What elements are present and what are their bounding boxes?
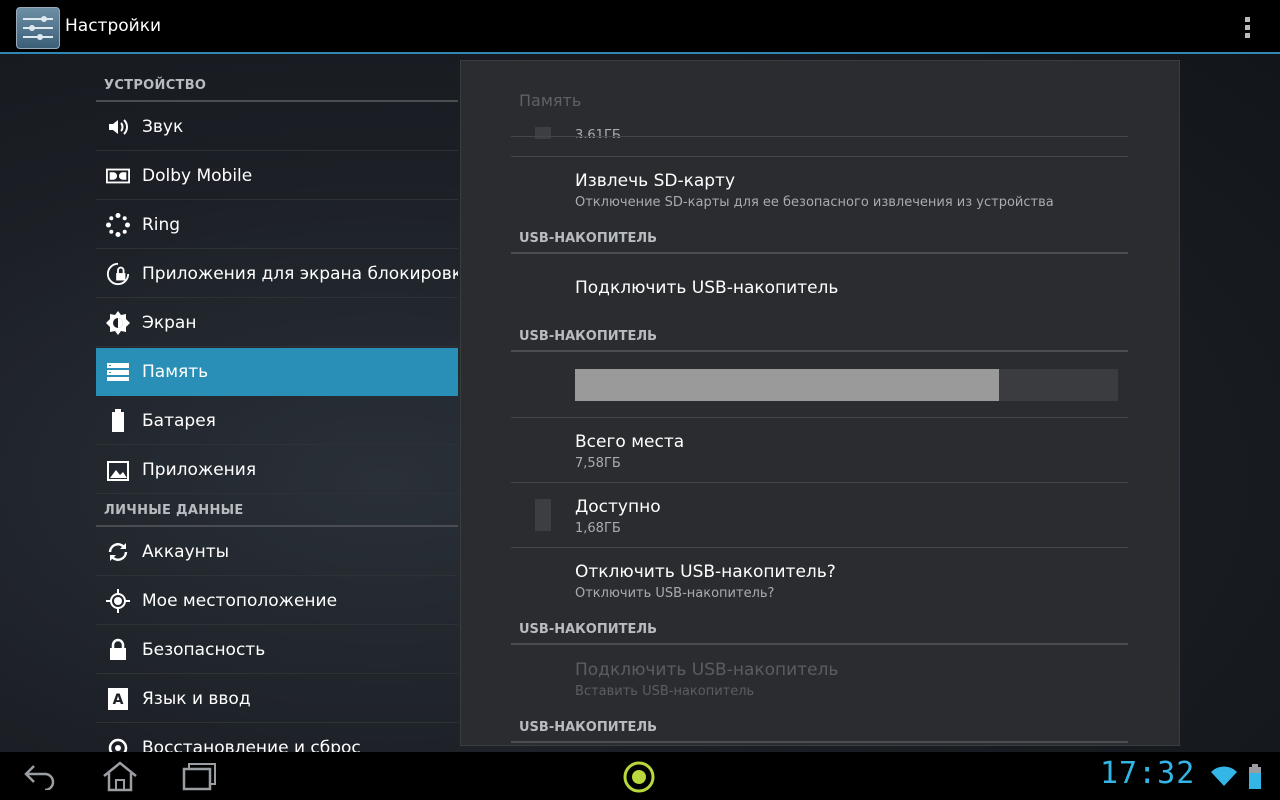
sidebar-item-battery[interactable]: Батарея (96, 397, 458, 445)
category-usb-4: USB-НАКОПИТЕЛЬ (519, 720, 658, 735)
divider (511, 417, 1128, 418)
dolby-launcher-icon[interactable] (622, 760, 656, 798)
sidebar-item-dolby[interactable]: Dolby Mobile (96, 152, 458, 200)
divider (511, 482, 1128, 483)
total-space-value: 7,58ГБ (575, 456, 621, 471)
battery-icon (106, 408, 130, 433)
sidebar-category-device: УСТРОЙСТВО (104, 78, 207, 93)
mount-usb-summary: Вставить USB-накопитель (575, 684, 755, 699)
sidebar-item-location[interactable]: Мое местоположение (96, 577, 458, 625)
sidebar-item-storage[interactable]: Память (96, 348, 458, 396)
pane-title: Память (519, 91, 582, 110)
color-swatch (535, 127, 551, 139)
action-bar: Настройки (0, 0, 1280, 54)
sidebar-item-language[interactable]: A Язык и ввод (96, 675, 458, 723)
sidebar-category-personal: ЛИЧНЫЕ ДАННЫЕ (104, 503, 244, 518)
divider (511, 136, 1128, 137)
unmount-usb-summary: Отключить USB-накопитель? (575, 586, 775, 601)
connect-usb-title: Подключить USB-накопитель (575, 278, 839, 298)
lock-apps-icon (106, 262, 130, 286)
sidebar-item-security[interactable]: Безопасность (96, 626, 458, 674)
divider (96, 100, 458, 102)
app-title: Настройки (65, 16, 162, 36)
sidebar-item-sound[interactable]: Звук (96, 103, 458, 151)
battery-status-icon (1248, 764, 1262, 794)
category-usb-3: USB-НАКОПИТЕЛЬ (519, 622, 658, 637)
settings-icon[interactable] (16, 7, 60, 49)
sidebar-item-label: Мое местоположение (142, 590, 338, 611)
color-swatch (535, 499, 551, 531)
lock-icon (106, 638, 130, 662)
mount-usb-title: Подключить USB-накопитель (575, 660, 839, 680)
dolby-icon (106, 164, 130, 188)
sidebar-item-label: Ring (142, 214, 181, 235)
category-usb-1: USB-НАКОПИТЕЛЬ (519, 231, 658, 246)
sidebar-item-label: Dolby Mobile (142, 165, 253, 186)
sidebar-item-apps[interactable]: Приложения (96, 446, 458, 494)
divider (511, 643, 1128, 645)
sidebar-item-ring[interactable]: Ring (96, 201, 458, 249)
total-space-title: Всего места (575, 432, 685, 452)
sidebar-item-label: Батарея (142, 410, 216, 431)
back-icon[interactable] (22, 762, 58, 794)
sidebar-item-label: Безопасность (142, 639, 266, 660)
divider (96, 525, 458, 527)
eject-sd-summary: Отключение SD-карты для ее безопасного и… (575, 195, 1054, 210)
sync-icon (106, 540, 130, 564)
storage-icon (106, 360, 130, 384)
sidebar-item-label: Экран (142, 312, 197, 333)
divider (511, 741, 1128, 743)
overflow-menu-icon[interactable] (1241, 15, 1255, 41)
sidebar-item-label: Язык и ввод (142, 688, 251, 709)
category-usb-2: USB-НАКОПИТЕЛЬ (519, 329, 658, 344)
location-icon (106, 588, 130, 613)
home-icon[interactable] (100, 760, 140, 796)
sidebar-item-lockscreen-apps[interactable]: Приложения для экрана блокировки (96, 250, 458, 298)
recents-icon[interactable] (180, 762, 220, 796)
sidebar-item-accounts[interactable]: Аккаунты (96, 528, 458, 576)
language-icon: A (106, 687, 130, 711)
sidebar-item-label: Приложения (142, 459, 257, 480)
available-title: Доступно (575, 497, 661, 517)
brightness-icon (106, 310, 130, 335)
apps-icon (106, 458, 130, 482)
wifi-icon (1210, 764, 1238, 792)
unmount-usb-title: Отключить USB-накопитель? (575, 562, 836, 582)
divider (511, 156, 1128, 157)
navigation-bar: 17:32 (0, 752, 1280, 800)
sidebar-item-label: Аккаунты (142, 541, 230, 562)
storage-usage-fill (575, 369, 999, 401)
storage-detail-pane: Память 3,61ГБ Извлечь SD-карту Отключени… (460, 60, 1180, 746)
divider (511, 350, 1128, 352)
svg-text:A: A (113, 692, 124, 708)
divider (511, 252, 1128, 254)
sidebar-item-label: Память (142, 362, 209, 382)
storage-usage-bar (575, 369, 1118, 401)
available-value: 1,68ГБ (575, 521, 621, 536)
sidebar-item-label: Приложения для экрана блокировки (142, 263, 458, 284)
speaker-icon (106, 115, 130, 139)
sidebar-item-display[interactable]: Экран (96, 299, 458, 347)
ring-icon (106, 212, 130, 237)
clock: 17:32 (1100, 756, 1196, 791)
divider (511, 547, 1128, 548)
eject-sd-title: Извлечь SD-карту (575, 171, 736, 191)
sidebar-item-label: Звук (142, 116, 184, 137)
